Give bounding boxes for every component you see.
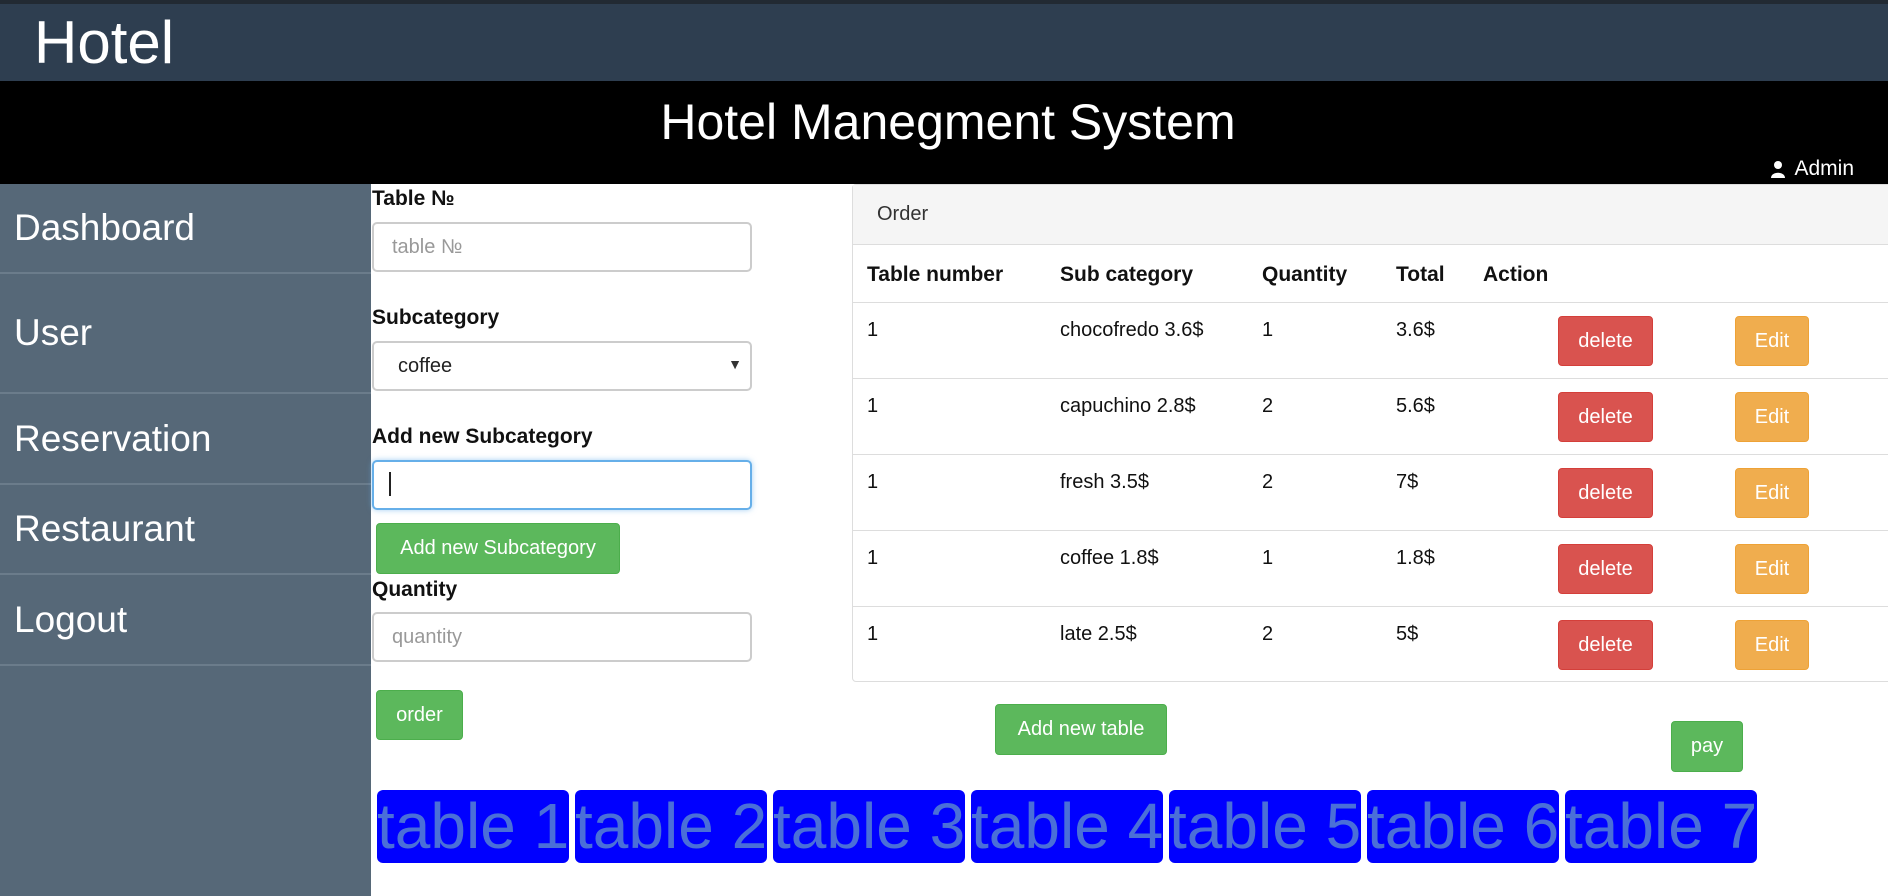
subcategory-selected-value: coffee [398, 354, 453, 377]
subcategory-select[interactable]: coffee ▼ [372, 341, 752, 391]
cell-quantity: 2 [1262, 623, 1274, 645]
user-menu[interactable]: Admin [1770, 157, 1854, 181]
column-header-table-number: Table number [867, 263, 1004, 286]
row-divider [853, 378, 1888, 379]
row-divider [853, 530, 1888, 531]
pay-button[interactable]: pay [1671, 721, 1743, 772]
cell-table-number: 1 [867, 319, 879, 341]
table-tile-5[interactable]: table 5 [1169, 790, 1361, 863]
add-table-button[interactable]: Add new table [995, 704, 1167, 755]
cell-table-number: 1 [867, 471, 879, 493]
column-header-quantity: Quantity [1262, 263, 1348, 286]
edit-button[interactable]: Edit [1735, 544, 1809, 594]
cell-quantity: 2 [1262, 395, 1274, 417]
cell-sub-category: fresh 3.5$ [1060, 471, 1149, 493]
sidebar-item-dashboard[interactable]: Dashboard [0, 184, 371, 274]
cell-total: 7$ [1396, 471, 1419, 493]
table-tile-2[interactable]: table 2 [575, 790, 767, 863]
cell-quantity: 1 [1262, 319, 1274, 341]
new-subcategory-wrapper [372, 460, 752, 510]
sidebar: Dashboard User Reservation Restaurant Lo… [0, 184, 371, 896]
cell-quantity: 2 [1262, 471, 1274, 493]
chevron-down-icon: ▼ [728, 356, 742, 372]
cell-sub-category: coffee 1.8$ [1060, 547, 1159, 569]
quantity-label: Quantity [372, 578, 458, 601]
cell-sub-category: chocofredo 3.6$ [1060, 319, 1204, 341]
cell-total: 5.6$ [1396, 395, 1435, 417]
table-tile-4[interactable]: table 4 [971, 790, 1163, 863]
row-divider [853, 606, 1888, 607]
column-header-sub-category: Sub category [1060, 263, 1194, 286]
cell-total: 3.6$ [1396, 319, 1435, 341]
row-divider [853, 454, 1888, 455]
add-subcategory-button[interactable]: Add new Subcategory [376, 523, 620, 574]
subcategory-label: Subcategory [372, 306, 500, 329]
table-tile-1[interactable]: table 1 [377, 790, 569, 863]
delete-button[interactable]: delete [1558, 468, 1653, 518]
sidebar-item-restaurant[interactable]: Restaurant [0, 485, 371, 575]
header-divider [853, 302, 1888, 303]
cell-table-number: 1 [867, 395, 879, 417]
cell-sub-category: late 2.5$ [1060, 623, 1137, 645]
title-bar: Hotel Manegment System Admin [0, 81, 1888, 184]
edit-button[interactable]: Edit [1735, 316, 1809, 366]
quantity-input[interactable] [372, 612, 752, 662]
new-subcategory-input[interactable] [372, 460, 752, 510]
app-title: Hotel Manegment System [660, 94, 1236, 150]
sidebar-item-logout[interactable]: Logout [0, 575, 371, 666]
table-number-label: Table № [372, 187, 455, 210]
order-panel-title: Order [853, 185, 1888, 245]
brand-title[interactable]: Hotel [34, 10, 174, 76]
order-panel: Order Table number Sub category Quantity… [852, 184, 1888, 682]
table-tile-7[interactable]: table 7 [1565, 790, 1757, 863]
order-button[interactable]: order [376, 690, 463, 740]
text-cursor [389, 472, 391, 496]
cell-table-number: 1 [867, 547, 879, 569]
table-tile-3[interactable]: table 3 [773, 790, 965, 863]
cell-quantity: 1 [1262, 547, 1274, 569]
user-name: Admin [1794, 157, 1854, 180]
delete-button[interactable]: delete [1558, 620, 1653, 670]
table-number-input[interactable] [372, 222, 752, 272]
edit-button[interactable]: Edit [1735, 620, 1809, 670]
table-tile-6[interactable]: table 6 [1367, 790, 1559, 863]
brand-bar: Hotel [0, 4, 1888, 81]
column-header-total: Total [1396, 263, 1445, 286]
cell-sub-category: capuchino 2.8$ [1060, 395, 1196, 417]
delete-button[interactable]: delete [1558, 392, 1653, 442]
cell-table-number: 1 [867, 623, 879, 645]
delete-button[interactable]: delete [1558, 316, 1653, 366]
delete-button[interactable]: delete [1558, 544, 1653, 594]
user-icon [1771, 161, 1786, 178]
edit-button[interactable]: Edit [1735, 392, 1809, 442]
sidebar-item-reservation[interactable]: Reservation [0, 394, 371, 485]
edit-button[interactable]: Edit [1735, 468, 1809, 518]
column-header-action: Action [1483, 263, 1549, 286]
sidebar-item-user[interactable]: User [0, 274, 371, 394]
cell-total: 1.8$ [1396, 547, 1435, 569]
new-subcategory-label: Add new Subcategory [372, 425, 593, 448]
cell-total: 5$ [1396, 623, 1419, 645]
